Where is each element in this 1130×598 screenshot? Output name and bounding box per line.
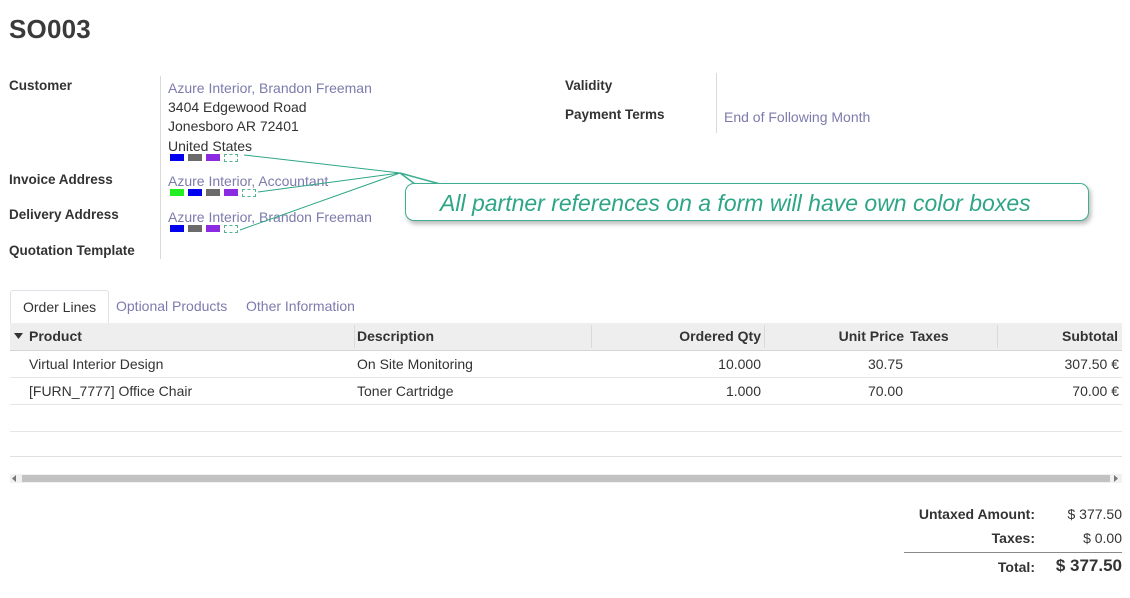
cell-description: Toner Cartridge [357, 383, 454, 399]
pointer-line-delivery [239, 172, 401, 231]
column-unit-price[interactable]: Unit Price [765, 323, 904, 350]
horizontal-scrollbar[interactable] [10, 474, 1122, 483]
order-lines-header: Product Description Ordered Qty Unit Pri… [10, 323, 1122, 351]
cell-qty: 1.000 [725, 383, 761, 399]
cell-subtotal: 70.00 € [1072, 383, 1119, 399]
total-value: $ 377.50 [1055, 556, 1122, 575]
tab-other-information[interactable]: Other Information [234, 290, 367, 322]
cell-product: Virtual Interior Design [29, 356, 164, 372]
column-description[interactable]: Description [357, 323, 434, 350]
cell-product: [FURN_7777] Office Chair [29, 383, 193, 399]
cell-price: 30.75 [867, 356, 903, 372]
pointer-line-customer [243, 154, 401, 174]
untaxed-amount-label: Untaxed Amount: [918, 506, 1035, 522]
column-taxes[interactable]: Taxes [910, 323, 949, 350]
callout-text: All partner references on a form will ha… [440, 190, 1031, 216]
cell-description: On Site Monitoring [357, 356, 473, 372]
scrollbar-thumb[interactable] [22, 475, 1110, 482]
scroll-left-icon[interactable] [12, 475, 17, 482]
tab-optional-products[interactable]: Optional Products [104, 290, 239, 322]
cell-qty: 10.000 [718, 356, 761, 372]
tab-order-lines[interactable]: Order Lines [10, 290, 110, 325]
untaxed-amount-value: $ 377.50 [1067, 506, 1123, 522]
pointer-line-invoice [257, 172, 401, 193]
notebook-tabs: Order Lines Optional Products Other Info… [10, 290, 1122, 325]
column-ordered-qty[interactable]: Ordered Qty [592, 323, 761, 350]
column-divider [354, 325, 355, 348]
table-row-empty[interactable] [10, 405, 1122, 432]
cell-price: 70.00 [867, 383, 903, 399]
caret-down-icon[interactable] [14, 333, 23, 340]
column-product[interactable]: Product [29, 323, 82, 350]
total-label: Total: [997, 559, 1035, 575]
callout-box: All partner references on a form will ha… [405, 183, 1089, 221]
column-subtotal[interactable]: Subtotal [998, 323, 1118, 350]
table-row[interactable]: Virtual Interior Design On Site Monitori… [10, 351, 1122, 378]
cell-subtotal: 307.50 € [1064, 356, 1120, 372]
taxes-label: Taxes: [991, 530, 1035, 546]
totals-divider [904, 552, 1122, 553]
table-row[interactable]: [FURN_7777] Office Chair Toner Cartridge… [10, 378, 1122, 405]
scroll-right-icon[interactable] [1114, 475, 1119, 482]
table-footer-divider [10, 456, 1122, 457]
taxes-value: $ 0.00 [1083, 530, 1122, 546]
